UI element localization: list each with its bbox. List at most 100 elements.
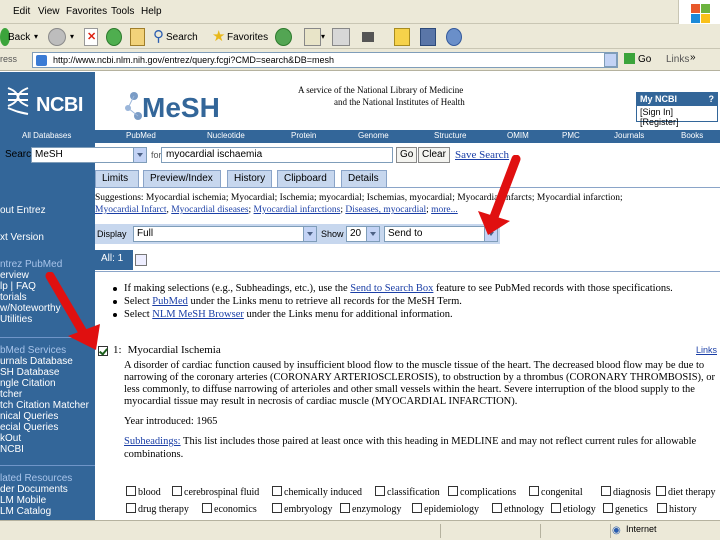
tab-clipboard[interactable]: Clipboard xyxy=(277,170,335,187)
menu-help[interactable]: Help xyxy=(141,6,162,17)
subheading-checkbox[interactable]: congenital xyxy=(529,486,583,498)
sidebar-item-linkout[interactable]: kOut xyxy=(0,433,21,444)
sidebar-item-single-citation[interactable]: ngle Citation xyxy=(0,378,56,389)
tab-details[interactable]: Details xyxy=(341,170,387,187)
refresh-icon[interactable] xyxy=(106,28,122,46)
nav-all-databases[interactable]: All Databases xyxy=(22,131,71,140)
mail-dropdown-icon[interactable]: ▾ xyxy=(321,32,325,41)
sidebar-item-nlm-catalog[interactable]: LM Catalog xyxy=(0,506,51,517)
suggestion-link[interactable]: Myocardial infarctions xyxy=(254,205,341,215)
subheading-checkbox[interactable]: blood xyxy=(126,486,161,498)
subheading-checkbox[interactable]: drug therapy xyxy=(126,503,189,515)
tab-history[interactable]: History xyxy=(227,170,272,187)
messenger-icon[interactable] xyxy=(446,28,462,46)
research-icon[interactable] xyxy=(420,28,436,46)
sign-in-register-link[interactable]: [Sign In] [Register] xyxy=(637,106,717,128)
sidebar-item-mesh-database[interactable]: SH Database xyxy=(0,367,59,378)
sidebar-item-journals-database[interactable]: urnals Database xyxy=(0,356,73,367)
menu-edit[interactable]: Edit xyxy=(13,6,30,17)
suggestion-link[interactable]: Diseases, myocardial xyxy=(345,205,426,215)
subheading-checkbox[interactable]: history xyxy=(657,503,697,515)
subheading-checkbox[interactable]: complications xyxy=(448,486,516,498)
subheading-checkbox[interactable]: enzymology xyxy=(340,503,401,515)
sidebar-item-tutorials[interactable]: torials xyxy=(0,292,27,303)
subheading-checkbox[interactable]: ethnology xyxy=(492,503,544,515)
ncbi-logo[interactable]: NCBI xyxy=(0,72,95,130)
sidebar-item-matcher[interactable]: tcher xyxy=(0,389,22,400)
nav-genome[interactable]: Genome xyxy=(358,131,389,140)
result-title[interactable]: 1: Myocardial Ischemia xyxy=(113,344,221,356)
favorites-button[interactable]: Favorites xyxy=(227,32,268,43)
search-button[interactable]: Search xyxy=(166,32,198,43)
links-toolbar[interactable]: Links xyxy=(666,54,689,65)
links-menu[interactable]: Links xyxy=(696,345,717,355)
clear-button[interactable]: Clear xyxy=(418,147,450,163)
forward-dropdown-icon[interactable]: ▾ xyxy=(70,32,74,41)
edit-icon[interactable] xyxy=(362,32,374,42)
subheading-checkbox[interactable]: etiology xyxy=(551,503,596,515)
menu-view[interactable]: View xyxy=(38,6,60,17)
subheading-checkbox[interactable]: genetics xyxy=(603,503,648,515)
collapse-icon[interactable] xyxy=(135,254,147,266)
nav-pubmed[interactable]: PubMed xyxy=(126,131,156,140)
address-input[interactable]: http://www.ncbi.nlm.nih.gov/entrez/query… xyxy=(32,52,618,68)
nav-nucleotide[interactable]: Nucleotide xyxy=(207,131,245,140)
go-search-button[interactable]: Go xyxy=(396,147,418,163)
back-button[interactable]: Back xyxy=(8,32,30,43)
subheading-checkbox[interactable]: classification xyxy=(375,486,440,498)
home-icon[interactable] xyxy=(130,28,145,46)
menu-favorites[interactable]: Favorites xyxy=(66,6,107,17)
subheading-checkbox[interactable]: embryology xyxy=(272,503,332,515)
all-results-tab[interactable]: All: 1 xyxy=(95,250,133,270)
search-icon[interactable]: ⚲ xyxy=(153,27,164,45)
tab-limits[interactable]: Limits xyxy=(95,170,139,187)
sidebar-item-my-ncbi[interactable]: NCBI xyxy=(0,444,24,455)
sidebar-item-nlm-mobile[interactable]: LM Mobile xyxy=(0,495,46,506)
suggestions-more-link[interactable]: more... xyxy=(431,205,458,215)
pubmed-link[interactable]: PubMed xyxy=(152,296,188,307)
nav-pmc[interactable]: PMC xyxy=(562,131,580,140)
print-icon[interactable] xyxy=(332,28,350,46)
chevron-right-icon[interactable]: » xyxy=(690,52,696,63)
nav-protein[interactable]: Protein xyxy=(291,131,316,140)
stop-icon[interactable]: ✕ xyxy=(84,28,98,46)
nav-structure[interactable]: Structure xyxy=(434,131,466,140)
sidebar-item-overview[interactable]: erview xyxy=(0,270,29,281)
my-ncbi-title[interactable]: My NCBI xyxy=(640,94,677,104)
help-icon[interactable]: ? xyxy=(709,94,715,104)
forward-arrow-icon[interactable] xyxy=(48,28,66,46)
show-count-select[interactable]: 20 xyxy=(346,226,380,242)
favorites-star-icon[interactable]: ★ xyxy=(212,27,225,45)
subheading-checkbox[interactable]: diagnosis xyxy=(601,486,651,498)
sidebar-item-e-utilities[interactable]: Utilities xyxy=(0,314,32,325)
nav-books[interactable]: Books xyxy=(681,131,703,140)
subheading-checkbox[interactable]: chemically induced xyxy=(272,486,362,498)
history-icon[interactable] xyxy=(275,28,292,46)
database-select[interactable]: MeSH xyxy=(31,147,147,163)
display-format-select[interactable]: Full xyxy=(133,226,317,242)
nav-journals[interactable]: Journals xyxy=(614,131,644,140)
sidebar-item-special-queries[interactable]: ecial Queries xyxy=(0,422,58,433)
subheading-checkbox[interactable]: cerebrospinal fluid xyxy=(172,486,259,498)
back-dropdown-icon[interactable]: ▾ xyxy=(34,32,38,41)
discuss-icon[interactable] xyxy=(394,28,410,46)
mail-icon[interactable] xyxy=(304,28,321,46)
tab-preview-index[interactable]: Preview/Index xyxy=(143,170,221,187)
sidebar-item-help-faq[interactable]: lp | FAQ xyxy=(0,281,36,292)
go-button[interactable]: Go xyxy=(624,53,651,65)
subheadings-link[interactable]: Subheadings: xyxy=(124,436,181,447)
sidebar-item-clinical-queries[interactable]: nical Queries xyxy=(0,411,58,422)
sidebar-item-about-entrez[interactable]: out Entrez xyxy=(0,205,46,216)
nlm-mesh-browser-link[interactable]: NLM MeSH Browser xyxy=(152,309,244,320)
search-term-input[interactable]: myocardial ischaemia xyxy=(161,147,393,163)
suggestion-link[interactable]: Myocardial Infarct xyxy=(95,205,166,215)
send-to-search-box-link[interactable]: Send to Search Box xyxy=(350,283,433,294)
menu-tools[interactable]: Tools xyxy=(111,6,134,17)
subheading-checkbox[interactable]: epidemiology xyxy=(412,503,479,515)
sidebar-item-batch-citation-matcher[interactable]: tch Citation Matcher xyxy=(0,400,89,411)
subheading-checkbox[interactable]: diet therapy xyxy=(656,486,715,498)
nav-omim[interactable]: OMIM xyxy=(507,131,529,140)
sidebar-item-order-documents[interactable]: der Documents xyxy=(0,484,68,495)
suggestion-link[interactable]: Myocardial diseases xyxy=(171,205,248,215)
subheading-checkbox[interactable]: economics xyxy=(202,503,257,515)
